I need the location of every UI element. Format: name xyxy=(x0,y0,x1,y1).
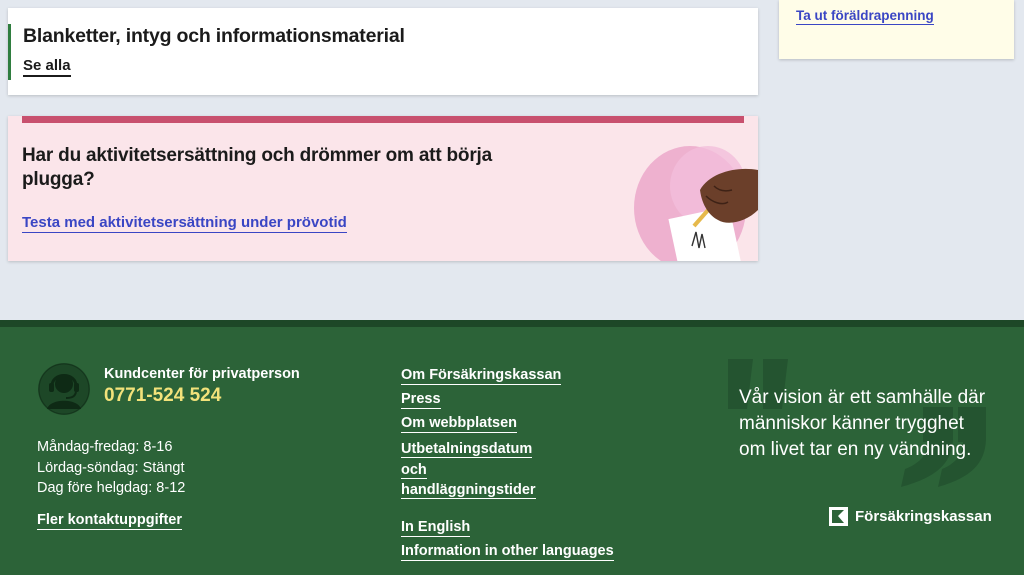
see-all-link[interactable]: Se alla xyxy=(23,57,71,77)
promo-link[interactable]: Testa med aktivitetsersättning under prö… xyxy=(22,214,347,233)
customer-center-phone[interactable]: 0771-524 524 xyxy=(104,385,221,407)
footer-link-payout-dates-label: Utbetalningsdatum och handläggningstider xyxy=(401,441,536,499)
footer-links: Om Försäkringskassan Press Om webbplatse… xyxy=(401,367,661,567)
forsakringskassan-logo-icon xyxy=(829,507,848,526)
promo-top-bar xyxy=(22,116,744,123)
more-contact-link[interactable]: Fler kontaktuppgifter xyxy=(37,512,183,530)
site-footer: Kundcenter för privatperson 0771-524 524… xyxy=(0,320,1024,575)
brand-name: Försäkringskassan xyxy=(855,508,992,525)
hours-weekdays: Måndag-fredag: 8-16 xyxy=(37,439,173,455)
parental-benefit-card: Ta ut föräldrapenning xyxy=(779,0,1014,59)
footer-link-other-languages[interactable]: Information in other languages xyxy=(401,543,614,561)
customer-center-title: Kundcenter för privatperson xyxy=(104,366,300,382)
writing-hand-illustration xyxy=(634,146,758,261)
forms-card: Blanketter, intyg och informationsmateri… xyxy=(8,8,758,95)
brand-logo[interactable]: Försäkringskassan xyxy=(829,507,992,526)
footer-link-english[interactable]: In English xyxy=(401,519,471,537)
footer-link-press[interactable]: Press xyxy=(401,391,441,409)
take-parental-benefit-link[interactable]: Ta ut föräldrapenning xyxy=(796,7,934,25)
promo-heading: Har du aktivitetsersättning och drömmer … xyxy=(22,145,492,190)
promo-card: Har du aktivitetsersättning och drömmer … xyxy=(8,116,758,261)
vision-quote: Vår vision är ett samhälle där människor… xyxy=(739,387,986,460)
forms-card-title: Blanketter, intyg och informationsmateri… xyxy=(23,25,405,47)
headset-icon xyxy=(38,363,90,415)
card-accent-bar xyxy=(8,24,11,80)
footer-link-about[interactable]: Om Försäkringskassan xyxy=(401,367,562,385)
hours-before-holiday: Dag före helgdag: 8-12 xyxy=(37,480,186,496)
hours-weekend: Lördag-söndag: Stängt xyxy=(37,459,185,476)
footer-link-about-site[interactable]: Om webbplatsen xyxy=(401,415,518,433)
footer-link-payout-dates[interactable]: Utbetalningsdatum och handläggningstider xyxy=(401,439,561,501)
opening-hours: Måndag-fredag: 8-16 Lördag-söndag: Stäng… xyxy=(37,437,185,499)
